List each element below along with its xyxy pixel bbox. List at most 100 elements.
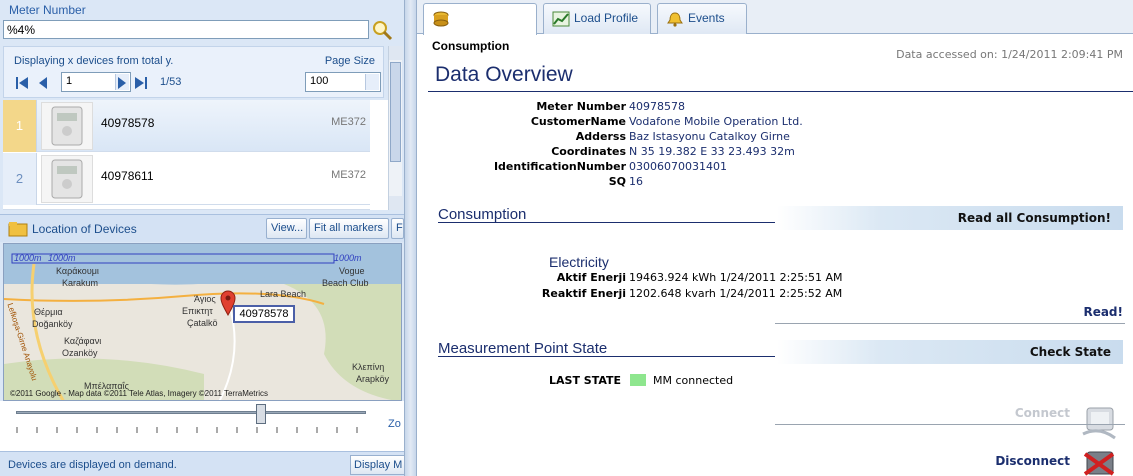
list-item[interactable] [3,206,370,210]
scroll-up-icon[interactable] [389,46,403,60]
disconnect-button[interactable]: Disconnect [995,454,1070,468]
scroll-thumb[interactable] [390,62,401,162]
info-row: Meter Number 40978578 [417,100,1133,115]
info-key: Meter Number [536,100,626,113]
last-state-value: MM connected [653,374,734,387]
info-row: Adderss Baz Istasyonu Catalkoy Girne [417,130,1133,145]
detail-panel: Consumption Load Profile Events Data acc… [417,0,1133,476]
reading-value: 1202.648 kvarh 1/24/2011 2:25:52 AM [629,287,843,300]
location-title: Location of Devices [32,222,137,236]
page-count: 1/53 [160,76,182,88]
meter-image [41,155,93,203]
device-list-scrollbar[interactable] [388,46,403,210]
zoom-slider-track[interactable] [16,411,366,414]
map-place: Ozanköy [62,348,98,358]
tab-bar: Consumption Load Profile Events [417,0,1133,53]
zoom-label: Zo [388,418,401,430]
device-code: ME372 [331,116,366,128]
read-button[interactable]: Read! [1083,305,1123,319]
fit-all-markers-button[interactable]: Fit all markers [309,218,389,239]
filter-button[interactable]: Fi [391,218,404,239]
chart-icon [552,11,570,27]
map-place: Beach Club [322,278,369,288]
marker-label: 40978578 [233,305,295,323]
meter-image [41,102,93,150]
coins-icon [433,11,449,27]
scroll-down-icon[interactable] [389,196,403,210]
last-state-label: LAST STATE [549,374,622,387]
scale-label: 1000m [334,253,362,263]
data-accessed-timestamp: Data accessed on: 1/24/2011 2:09:41 PM [896,48,1123,61]
info-row: IdentificationNumber 03006070031401 [417,160,1133,175]
map-place: Επικτητ [182,306,213,316]
next-page-icon[interactable] [116,77,128,89]
bell-icon [667,12,683,27]
info-key: IdentificationNumber [493,160,626,173]
device-id: 40978578 [101,116,155,130]
row-number: 2 [3,153,37,205]
section-divider [438,356,775,357]
current-page-value: 1 [66,75,73,87]
previous-page-icon[interactable] [37,77,49,89]
device-panel: Meter Number Displaying x devices from t… [0,0,404,476]
zoom-slider-area: Zo [0,401,404,451]
tab-label: Load Profile [574,11,639,25]
device-id: 40978611 [101,169,154,183]
device-map[interactable]: 1000m 1000m 1000m Καράκουμι Karakum Vogu… [3,243,402,401]
info-row: SQ 16 [417,175,1133,190]
tab-load-profile[interactable]: Load Profile [543,3,651,34]
list-item[interactable]: 2 40978611 ME372 [3,153,370,205]
section-rule [775,323,1125,324]
pager-display-text: Displaying x devices from total y. [14,55,174,67]
search-button[interactable] [371,19,393,41]
page-size-value: 100 [310,75,329,87]
tab-consumption[interactable]: Consumption [423,3,537,53]
disconnect-icon[interactable] [1079,448,1119,476]
info-row: CustomerName Vodafone Mobile Operation Lt… [417,115,1133,130]
footer-status: Devices are displayed on demand. [8,459,177,471]
map-place: Καράκουμι [56,266,99,276]
device-pager: Displaying x devices from total y. Page … [3,46,384,98]
list-item[interactable]: 1 40978578 ME372 [3,100,370,152]
page-size-select[interactable]: 100 [305,72,381,92]
zoom-slider-thumb[interactable] [256,404,266,424]
map-place: Θέρμια [34,307,63,317]
map-place: Άγιος [194,294,216,304]
map-place: Κλεπίνη [352,362,385,372]
first-page-icon[interactable] [16,77,28,89]
folder-map-icon [8,222,28,237]
consumption-section-title: Consumption [438,206,527,223]
connect-button[interactable]: Connect [1015,406,1070,420]
section-rule [775,424,1125,425]
left-footer: Devices are displayed on demand. Display… [0,451,404,476]
section-divider [438,222,775,223]
reading-key: Aktif Enerji [556,271,626,284]
info-key: Adderss [575,130,626,143]
view-button[interactable]: View... [266,218,307,239]
device-list: 1 40978578 ME372 2 40978611 ME372 [3,100,388,210]
meter-number-label: Meter Number [9,3,86,17]
scale-label: 1000m [48,253,76,263]
info-key: Coordinates [551,145,626,158]
map-place: Καζάφανι [64,336,102,346]
check-state-button[interactable]: Check State [777,340,1123,364]
display-button[interactable]: Display M [350,455,404,475]
info-value: 16 [629,175,643,188]
connect-icon[interactable] [1079,404,1119,442]
last-page-icon[interactable] [135,77,147,89]
device-code: ME372 [331,169,366,181]
map-place: Lara Beach [260,289,307,299]
panel-splitter[interactable] [404,0,417,476]
info-value: 40978578 [629,100,685,113]
read-all-consumption-button[interactable]: Read all Consumption! [777,206,1123,230]
search-icon [373,21,393,41]
tab-label: Events [688,11,725,25]
info-value: N 35 19.382 E 33 23.493 32m [629,145,795,158]
meter-number-input[interactable] [3,20,369,39]
map-place: Arapköy [356,374,390,384]
info-value: 03006070031401 [629,160,727,173]
info-value: Vodafone Mobile Operation Ltd. [629,115,803,128]
tab-events[interactable]: Events [657,3,747,34]
info-key: CustomerName [530,115,626,128]
map-copyright: ©2011 Google - Map data ©2011 Tele Atlas… [10,389,268,398]
